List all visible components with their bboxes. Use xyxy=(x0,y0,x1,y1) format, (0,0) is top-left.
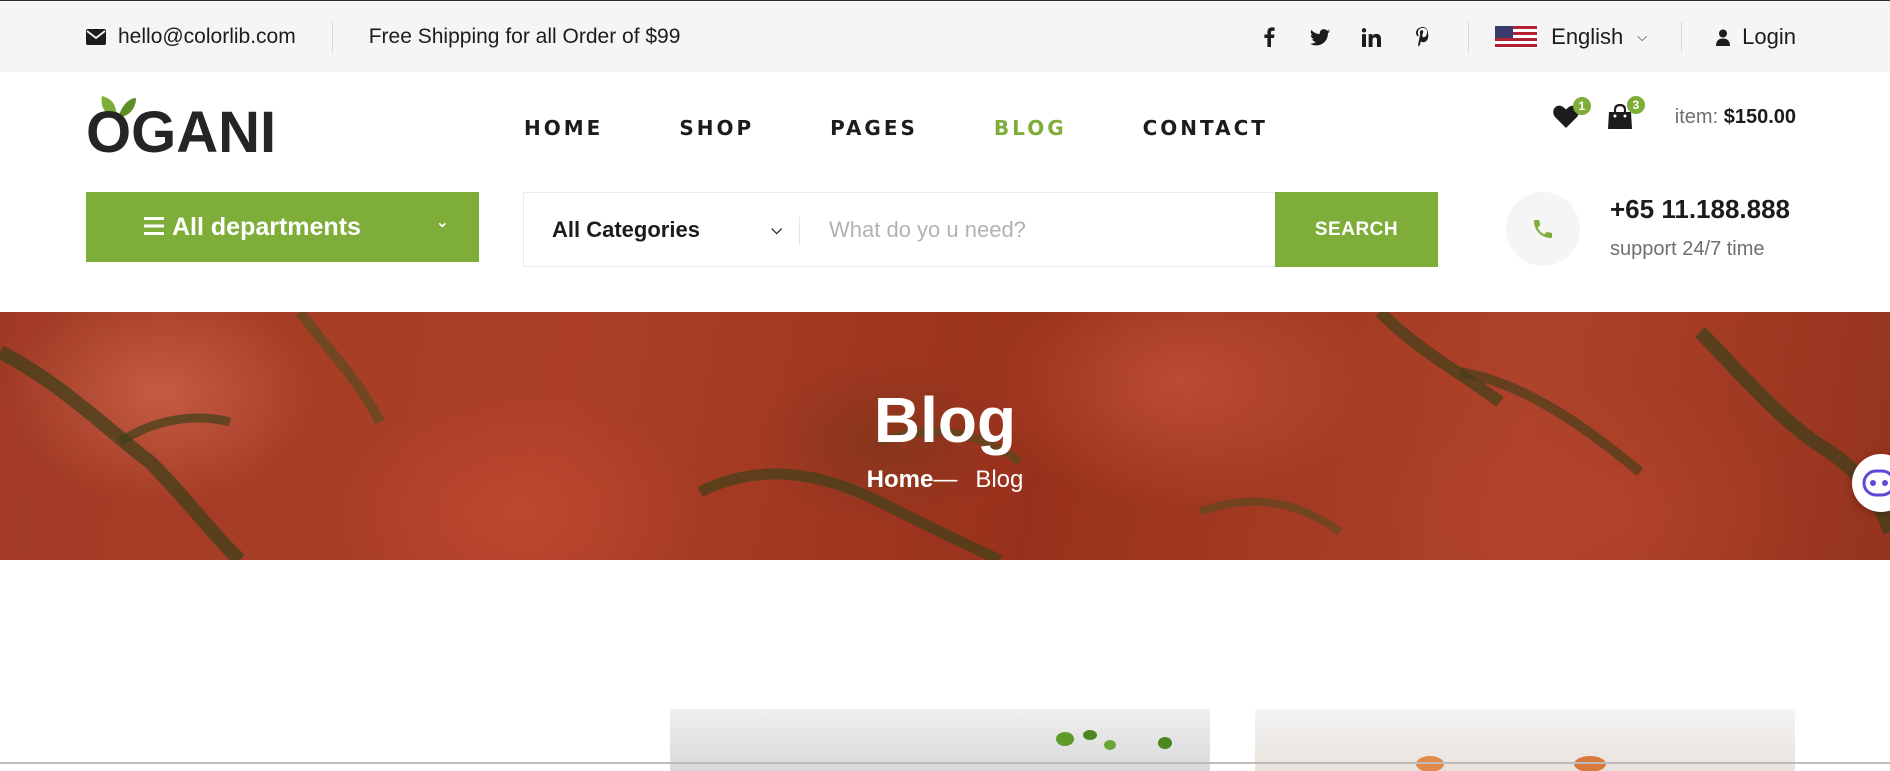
breadcrumb-separator: — xyxy=(933,466,958,493)
shipping-text: Free Shipping for all Order of $99 xyxy=(368,25,681,48)
phone-number: +65 11.188.888 xyxy=(1610,194,1791,224)
search-bar: All Categories ⌵ SEARCH xyxy=(523,192,1438,267)
item-total: $150.00 xyxy=(1723,105,1796,128)
shipping-note: Free Shipping for all Order of $99 xyxy=(369,25,681,49)
pinterest-icon[interactable] xyxy=(1412,26,1432,48)
breadcrumb-home[interactable]: Home xyxy=(867,466,934,493)
header-cart-area: 1 3 item: $150.00 xyxy=(1553,96,1796,130)
search-input[interactable] xyxy=(829,205,1269,255)
category-label: All Categories xyxy=(552,216,700,242)
ogani-logo[interactable]: OGANI xyxy=(86,92,276,162)
support-text: support 24/7 time xyxy=(1610,238,1765,260)
top-bar-right: English ⌵ Login xyxy=(1259,1,1796,73)
search-button[interactable]: SEARCH xyxy=(1275,192,1438,267)
language-selector[interactable]: English ⌵ xyxy=(1495,24,1647,50)
user-icon xyxy=(1716,29,1731,46)
top-bar-left: hello@colorlib.com Free Shipping for all… xyxy=(86,1,680,73)
window-edge xyxy=(0,762,1890,764)
top-bar: hello@colorlib.com Free Shipping for all… xyxy=(0,0,1890,72)
phone-icon-circle xyxy=(1506,192,1580,266)
cart-badge: 3 xyxy=(1626,96,1645,114)
divider xyxy=(1681,22,1683,52)
facebook-icon[interactable] xyxy=(1259,26,1279,48)
envelope-icon xyxy=(86,29,106,45)
all-departments-button[interactable]: All departments ⌄ xyxy=(86,192,479,262)
page-title: Blog xyxy=(873,384,1017,456)
chevron-down-icon: ⌵ xyxy=(1637,29,1648,44)
email-text: hello@colorlib.com xyxy=(118,25,296,48)
divider xyxy=(1468,22,1470,52)
nav-pages[interactable]: PAGES xyxy=(830,116,918,140)
nav-shop[interactable]: SHOP xyxy=(679,116,754,140)
login-link[interactable]: Login xyxy=(1716,24,1796,50)
wishlist-button[interactable]: 1 xyxy=(1553,97,1591,129)
linkedin-icon[interactable] xyxy=(1361,26,1381,48)
us-flag-icon xyxy=(1495,26,1538,48)
chat-bot-icon xyxy=(1862,469,1890,497)
email-contact[interactable]: hello@colorlib.com xyxy=(86,25,296,49)
category-select[interactable]: All Categories ⌵ xyxy=(552,193,782,266)
nav-blog[interactable]: BLOG xyxy=(994,116,1067,140)
divider xyxy=(331,22,333,52)
breadcrumb: Home— Blog xyxy=(0,466,1890,494)
hamburger-icon xyxy=(144,217,164,235)
logo-text: OGANI xyxy=(86,100,277,165)
main-nav: HOME SHOP PAGES BLOG CONTACT xyxy=(524,116,1344,140)
divider xyxy=(799,217,800,245)
item-label: item: xyxy=(1674,105,1719,128)
cart-total: item: $150.00 xyxy=(1675,106,1796,129)
wishlist-badge: 1 xyxy=(1572,97,1591,115)
departments-label: All departments xyxy=(172,212,361,241)
chevron-down-icon: ⌵ xyxy=(771,221,782,237)
chevron-down-icon: ⌄ xyxy=(435,214,449,231)
twitter-icon[interactable] xyxy=(1310,26,1331,48)
breadcrumb-hero: Blog Home— Blog xyxy=(0,312,1890,560)
breadcrumb-current: Blog xyxy=(975,466,1024,493)
language-label: English xyxy=(1551,24,1624,49)
nav-contact[interactable]: CONTACT xyxy=(1143,116,1268,140)
phone-icon xyxy=(1534,220,1552,238)
nav-home[interactable]: HOME xyxy=(524,116,603,140)
login-label: Login xyxy=(1742,24,1796,49)
social-links xyxy=(1259,26,1432,48)
cart-button[interactable]: 3 xyxy=(1607,96,1645,130)
